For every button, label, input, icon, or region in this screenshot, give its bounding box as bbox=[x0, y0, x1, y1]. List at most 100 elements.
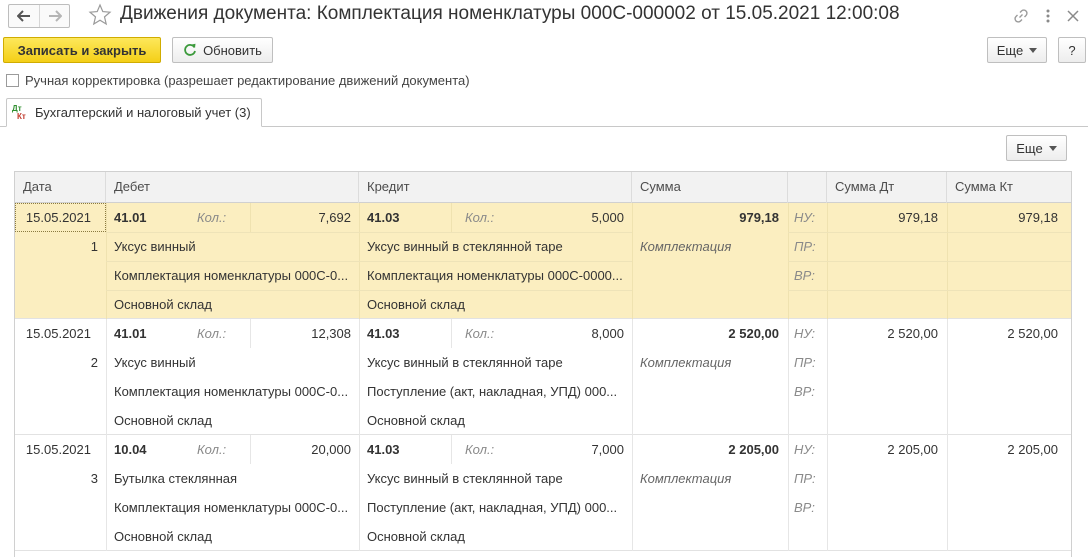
cell-dt-sub3: Основной склад bbox=[114, 297, 212, 312]
table-more-button[interactable]: Еще bbox=[1006, 135, 1067, 161]
cell-pr-label: ПР: bbox=[794, 239, 816, 254]
favorite-star-icon[interactable] bbox=[88, 3, 112, 27]
table-row[interactable]: 15.05.2021 1 41.01 Кол.: 7,692 Уксус винный Ко… bbox=[15, 203, 1071, 319]
back-button[interactable] bbox=[9, 5, 39, 27]
header-tax-type[interactable] bbox=[788, 172, 827, 203]
dropdown-arrow-icon bbox=[1029, 47, 1038, 53]
column-divider bbox=[451, 319, 452, 348]
cell-dt-qty-label: Кол.: bbox=[197, 442, 227, 457]
more-button[interactable]: Еще bbox=[987, 37, 1047, 63]
cell-sum-kt: 2 520,00 bbox=[1007, 326, 1058, 341]
tab-accounting[interactable]: Дт Кт Бухгалтерский и налоговый учет (3) bbox=[6, 98, 262, 127]
tab-label: Бухгалтерский и налоговый учет (3) bbox=[35, 105, 251, 120]
link-icon[interactable] bbox=[1010, 5, 1032, 27]
cell-dt-sub1: Уксус винный bbox=[114, 239, 196, 254]
column-divider bbox=[827, 435, 828, 551]
cell-kt-sub2: Комплектация номенклатуры 000С-0000... bbox=[367, 268, 623, 283]
cell-dt-sub3: Основной склад bbox=[114, 529, 212, 544]
column-divider bbox=[788, 435, 789, 551]
cell-date: 15.05.2021 bbox=[25, 326, 91, 341]
cell-kt-sub1: Уксус винный в стеклянной таре bbox=[367, 239, 563, 254]
cell-kt-sub3: Основной склад bbox=[367, 413, 465, 428]
cell-kt-qty-label: Кол.: bbox=[465, 326, 495, 341]
header-sum[interactable]: Сумма bbox=[632, 172, 788, 203]
more-label: Еще bbox=[996, 42, 1024, 58]
cell-kt-qty-label: Кол.: bbox=[465, 442, 495, 457]
table-more-label: Еще bbox=[1016, 140, 1043, 156]
cell-kt-sub1: Уксус винный в стеклянной таре bbox=[367, 355, 563, 370]
page-title: Движения документа: Комплектация номенкл… bbox=[120, 3, 900, 24]
column-divider bbox=[947, 319, 948, 435]
refresh-label: Обновить bbox=[203, 42, 262, 58]
row-divider bbox=[788, 232, 1071, 233]
column-divider bbox=[106, 435, 107, 551]
cell-dt-qty: 12,308 bbox=[311, 326, 351, 341]
cell-dt-sub1: Уксус винный bbox=[114, 355, 196, 370]
cell-vr-label: ВР: bbox=[794, 500, 815, 515]
cell-dt-sub3: Основной склад bbox=[114, 413, 212, 428]
column-divider bbox=[250, 203, 251, 232]
cell-kt-sub3: Основной склад bbox=[367, 529, 465, 544]
cell-kt-sub2: Поступление (акт, накладная, УПД) 000... bbox=[367, 384, 618, 399]
cell-sum: 979,18 bbox=[739, 210, 779, 225]
arrow-left-icon bbox=[17, 10, 30, 22]
cell-kt-account: 41.03 bbox=[367, 442, 400, 457]
column-divider bbox=[451, 435, 452, 464]
table-row[interactable]: 15.05.2021 2 41.01 Кол.: 12,308 Уксус винный К… bbox=[15, 319, 1071, 435]
cell-dt-account: 10.04 bbox=[114, 442, 147, 457]
title-bar: Движения документа: Комплектация номенкл… bbox=[0, 0, 1088, 32]
arrow-right-icon bbox=[48, 10, 62, 22]
credit-icon-label: Кт bbox=[17, 111, 26, 121]
cell-pr-label: ПР: bbox=[794, 471, 816, 486]
header-credit[interactable]: Кредит bbox=[359, 172, 632, 203]
help-button[interactable]: ? bbox=[1058, 37, 1086, 63]
forward-button[interactable] bbox=[39, 5, 69, 27]
cell-sum-kt: 979,18 bbox=[1018, 210, 1058, 225]
cell-nu-label: НУ: bbox=[794, 442, 816, 457]
row-divider bbox=[788, 261, 1071, 262]
cell-content: Комплектация bbox=[640, 471, 732, 486]
header-debit[interactable]: Дебет bbox=[106, 172, 359, 203]
cell-date: 15.05.2021 bbox=[25, 210, 91, 225]
cell-content: Комплектация bbox=[640, 355, 732, 370]
cell-dt-sub2: Комплектация номенклатуры 000С-0... bbox=[114, 268, 349, 283]
row-divider bbox=[788, 290, 1071, 291]
cell-kt-account: 41.03 bbox=[367, 326, 400, 341]
debit-credit-icon: Дт Кт bbox=[11, 104, 29, 122]
cell-num: 2 bbox=[90, 355, 98, 370]
movements-table[interactable]: Дата Дебет Кредит Сумма Сумма Дт Сумма К… bbox=[14, 171, 1072, 557]
close-icon[interactable] bbox=[1062, 5, 1084, 27]
save-and-close-button[interactable]: Записать и закрыть bbox=[3, 37, 161, 63]
refresh-icon bbox=[184, 43, 196, 56]
cell-dt-qty-label: Кол.: bbox=[197, 326, 227, 341]
more-vertical-icon[interactable] bbox=[1037, 5, 1059, 27]
cell-pr-label: ПР: bbox=[794, 355, 816, 370]
cell-sum-dt: 979,18 bbox=[898, 210, 938, 225]
column-divider bbox=[250, 435, 251, 464]
header-date[interactable]: Дата bbox=[15, 172, 106, 203]
cell-kt-account: 41.03 bbox=[367, 210, 400, 225]
cell-dt-account: 41.01 bbox=[114, 326, 147, 341]
refresh-button[interactable]: Обновить bbox=[172, 37, 273, 63]
cell-vr-label: ВР: bbox=[794, 384, 815, 399]
table-row[interactable]: 15.05.2021 3 10.04 Кол.: 20,000 Бутылка стекл… bbox=[15, 435, 1071, 551]
table-header: Дата Дебет Кредит Сумма Сумма Дт Сумма К… bbox=[15, 172, 1071, 203]
cell-dt-sub2: Комплектация номенклатуры 000С-0... bbox=[114, 384, 349, 399]
manual-adjust-label: Ручная корректировка (разрешает редактир… bbox=[25, 73, 470, 88]
cell-dt-qty: 20,000 bbox=[311, 442, 351, 457]
manual-adjust-checkbox[interactable] bbox=[6, 74, 19, 87]
header-sum-kt[interactable]: Сумма Кт bbox=[947, 172, 1071, 203]
column-divider bbox=[106, 319, 107, 435]
cell-sum-dt: 2 520,00 bbox=[887, 326, 938, 341]
manual-adjust-row[interactable]: Ручная корректировка (разрешает редактир… bbox=[6, 73, 470, 88]
cell-nu-label: НУ: bbox=[794, 326, 816, 341]
cell-kt-qty: 5,000 bbox=[591, 210, 624, 225]
cell-num: 1 bbox=[90, 239, 98, 254]
column-divider bbox=[359, 319, 360, 435]
header-sum-dt[interactable]: Сумма Дт bbox=[827, 172, 947, 203]
cell-num: 3 bbox=[90, 471, 98, 486]
cell-dt-qty: 7,692 bbox=[318, 210, 351, 225]
column-divider bbox=[250, 319, 251, 348]
cell-content: Комплектация bbox=[640, 239, 732, 254]
column-divider bbox=[788, 319, 789, 435]
